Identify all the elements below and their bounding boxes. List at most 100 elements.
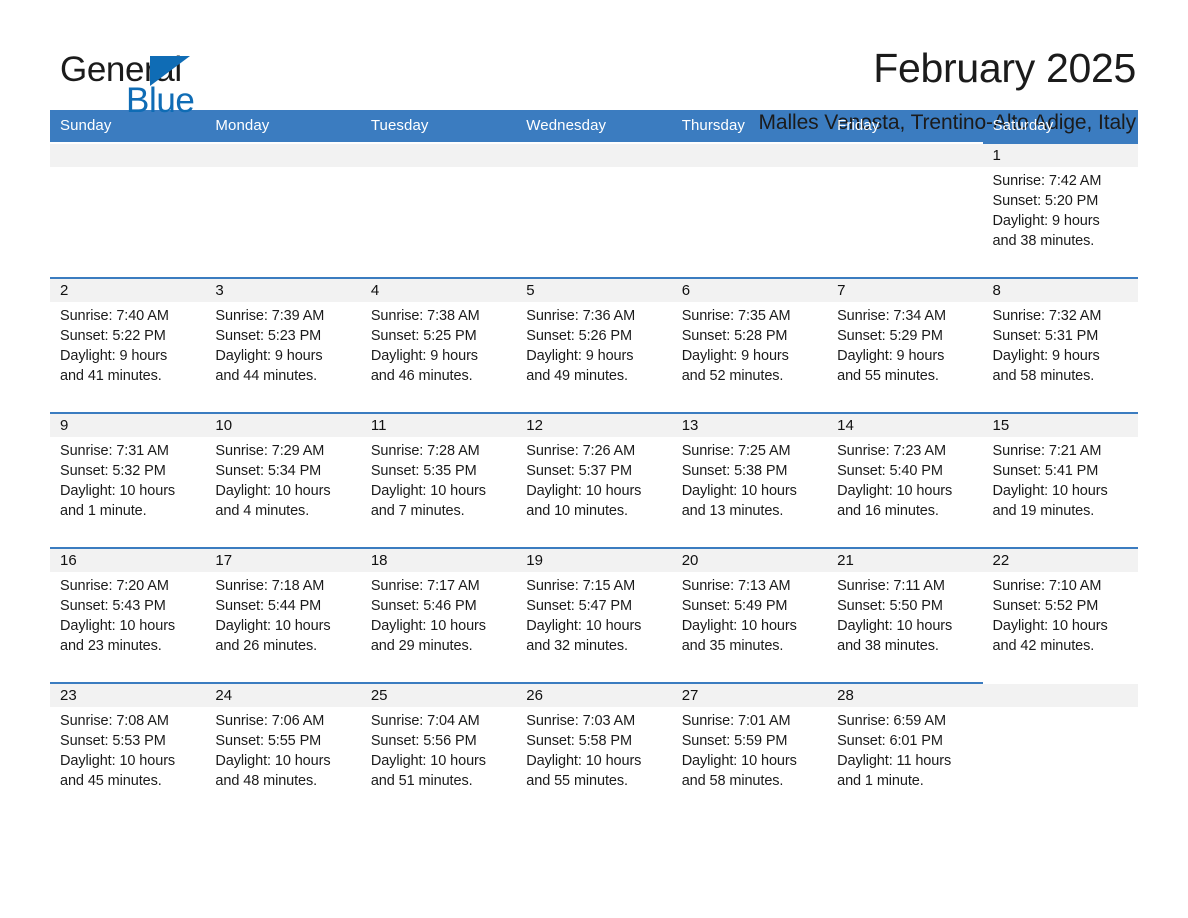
day-number: 3 [205,279,361,302]
calendar-day-cell[interactable]: 20 Sunrise: 7:13 AM Sunset: 5:49 PM Dayligh… [671,547,828,683]
day-details: Sunrise: 7:20 AM Sunset: 5:43 PM Daylight:… [50,572,205,656]
calendar-day-cell[interactable]: 22 Sunrise: 7:10 AM Sunset: 5:52 PM Dayligh… [982,547,1138,683]
day-number: 15 [982,414,1138,437]
sunrise-text: Sunrise: 7:21 AM [992,443,1102,459]
day-details: Sunrise: 7:06 AM Sunset: 5:55 PM Daylight:… [205,707,360,791]
day-details: Sunrise: 7:13 AM Sunset: 5:49 PM Daylight:… [672,572,827,656]
daylight-text-line1: Daylight: 9 hours [60,348,168,364]
calendar-day-cell[interactable]: 17 Sunrise: 7:18 AM Sunset: 5:44 PM Dayligh… [205,547,361,683]
daylight-text-line1: Daylight: 10 hours [370,483,486,499]
day-number: 25 [360,684,517,707]
calendar-day-cell[interactable]: 5 Sunrise: 7:36 AM Sunset: 5:26 PM Daylight… [516,277,672,413]
calendar-day-cell[interactable]: 25 Sunrise: 7:04 AM Sunset: 5:56 PM Dayligh… [360,682,517,818]
calendar-day-cell-empty [50,142,206,278]
sunrise-text: Sunrise: 7:04 AM [370,713,480,729]
daylight-text-line1: Daylight: 10 hours [215,753,331,769]
calendar-day-cell[interactable]: 14 Sunrise: 7:23 AM Sunset: 5:40 PM Dayligh… [827,412,983,548]
daylight-text-line1: Daylight: 10 hours [215,618,331,634]
sunrise-text: Sunrise: 7:25 AM [681,443,791,459]
sunrise-text: Sunrise: 7:10 AM [992,578,1102,594]
calendar-day-cell[interactable]: 1 Sunrise: 7:42 AM Sunset: 5:20 PM Daylight… [982,142,1138,278]
day-details: Sunrise: 7:26 AM Sunset: 5:37 PM Daylight:… [516,437,671,521]
calendar-day-cell[interactable]: 15 Sunrise: 7:21 AM Sunset: 5:41 PM Dayligh… [982,412,1138,548]
sunrise-text: Sunrise: 7:31 AM [60,443,169,459]
calendar-day-cell-empty [671,142,828,278]
day-details: Sunrise: 7:03 AM Sunset: 5:58 PM Daylight:… [516,707,671,791]
daylight-text-line1: Daylight: 10 hours [60,483,176,499]
daylight-text-line2: and 42 minutes. [992,638,1095,654]
sunset-text: Sunset: 5:40 PM [837,463,943,479]
daylight-text-line1: Daylight: 11 hours [837,753,952,769]
calendar-day-cell[interactable]: 23 Sunrise: 7:08 AM Sunset: 5:53 PM Dayligh… [50,682,206,818]
daylight-text-line2: and 35 minutes. [681,638,784,654]
day-details: Sunrise: 7:23 AM Sunset: 5:40 PM Daylight:… [827,437,982,521]
day-details: Sunrise: 7:36 AM Sunset: 5:26 PM Daylight:… [516,302,671,386]
generalblue-logo[interactable]: General Blue [50,44,240,118]
calendar-day-cell[interactable]: 24 Sunrise: 7:06 AM Sunset: 5:55 PM Dayligh… [205,682,361,818]
calendar-day-cell[interactable]: 8 Sunrise: 7:32 AM Sunset: 5:31 PM Daylight… [982,277,1138,413]
calendar-day-cell[interactable]: 26 Sunrise: 7:03 AM Sunset: 5:58 PM Dayligh… [516,682,672,818]
calendar-body: 1 Sunrise: 7:42 AM Sunset: 5:20 PM Daylight… [50,142,1138,818]
day-number [205,144,361,167]
calendar-week-row: 16 Sunrise: 7:20 AM Sunset: 5:43 PM Dayligh… [50,547,1138,683]
calendar-day-cell[interactable]: 9 Sunrise: 7:31 AM Sunset: 5:32 PM Daylight… [50,412,206,548]
sunrise-text: Sunrise: 7:15 AM [526,578,636,594]
daylight-text-line2: and 45 minutes. [60,773,162,789]
sunrise-text: Sunrise: 7:34 AM [837,308,946,324]
sunset-text: Sunset: 5:34 PM [215,463,322,479]
day-number: 8 [982,279,1138,302]
daylight-text-line1: Daylight: 10 hours [837,483,953,499]
calendar-day-cell[interactable]: 13 Sunrise: 7:25 AM Sunset: 5:38 PM Dayligh… [671,412,828,548]
calendar-day-cell[interactable]: 10 Sunrise: 7:29 AM Sunset: 5:34 PM Dayligh… [205,412,361,548]
sunrise-text: Sunrise: 6:59 AM [837,713,946,729]
daylight-text-line2: and 19 minutes. [992,503,1095,519]
calendar-day-cell[interactable]: 21 Sunrise: 7:11 AM Sunset: 5:50 PM Dayligh… [827,547,983,683]
daylight-text-line1: Daylight: 10 hours [526,618,642,634]
day-number: 24 [205,684,361,707]
calendar-day-cell[interactable]: 19 Sunrise: 7:15 AM Sunset: 5:47 PM Dayligh… [516,547,672,683]
calendar-day-cell[interactable]: 4 Sunrise: 7:38 AM Sunset: 5:25 PM Daylight… [360,277,517,413]
day-details: Sunrise: 7:40 AM Sunset: 5:22 PM Daylight:… [50,302,205,386]
daylight-text-line2: and 16 minutes. [837,503,939,519]
calendar-day-cell[interactable]: 27 Sunrise: 7:01 AM Sunset: 5:59 PM Dayligh… [671,682,828,818]
day-number: 12 [516,414,672,437]
calendar-day-cell[interactable]: 28 Sunrise: 6:59 AM Sunset: 6:01 PM Dayligh… [827,682,983,818]
daylight-text-line1: Daylight: 10 hours [681,753,797,769]
daylight-text-line1: Daylight: 10 hours [60,618,176,634]
sunset-text: Sunset: 5:53 PM [60,733,166,749]
day-number: 22 [982,549,1138,572]
day-number [50,144,206,167]
sunrise-text: Sunrise: 7:35 AM [681,308,791,324]
daylight-text-line1: Daylight: 10 hours [681,483,797,499]
sunset-text: Sunset: 5:55 PM [215,733,322,749]
sunset-text: Sunset: 5:56 PM [370,733,477,749]
calendar-day-cell[interactable]: 3 Sunrise: 7:39 AM Sunset: 5:23 PM Daylight… [205,277,361,413]
sunset-text: Sunset: 5:38 PM [681,463,788,479]
calendar-day-cell[interactable]: 11 Sunrise: 7:28 AM Sunset: 5:35 PM Dayligh… [360,412,517,548]
sunset-text: Sunset: 5:49 PM [681,598,788,614]
day-number: 13 [671,414,828,437]
page-title: February 2025 [873,45,1136,91]
sunset-text: Sunset: 5:41 PM [992,463,1099,479]
calendar-day-cell[interactable]: 16 Sunrise: 7:20 AM Sunset: 5:43 PM Dayligh… [50,547,206,683]
sunset-text: Sunset: 6:01 PM [837,733,943,749]
daylight-text-line2: and 52 minutes. [681,368,784,384]
calendar-day-cell[interactable]: 6 Sunrise: 7:35 AM Sunset: 5:28 PM Daylight… [671,277,828,413]
day-details: Sunrise: 7:08 AM Sunset: 5:53 PM Daylight:… [50,707,205,791]
sunset-text: Sunset: 5:46 PM [370,598,477,614]
sunset-text: Sunset: 5:58 PM [526,733,632,749]
day-details: Sunrise: 6:59 AM Sunset: 6:01 PM Daylight:… [827,707,982,791]
title-block: February 2025 Malles Venosta, Trentino-A… [758,44,1138,138]
daylight-text-line2: and 38 minutes. [837,638,939,654]
calendar-day-cell[interactable]: 18 Sunrise: 7:17 AM Sunset: 5:46 PM Dayligh… [360,547,517,683]
day-details: Sunrise: 7:17 AM Sunset: 5:46 PM Daylight:… [361,572,516,656]
sunset-text: Sunset: 5:23 PM [215,328,322,344]
calendar-day-cell[interactable]: 2 Sunrise: 7:40 AM Sunset: 5:22 PM Daylight… [50,277,206,413]
daylight-text-line2: and 10 minutes. [526,503,628,519]
day-number [516,144,672,167]
day-number: 17 [205,549,361,572]
daylight-text-line2: and 1 minute. [837,773,924,789]
calendar-day-cell[interactable]: 7 Sunrise: 7:34 AM Sunset: 5:29 PM Daylight… [827,277,983,413]
calendar-day-cell[interactable]: 12 Sunrise: 7:26 AM Sunset: 5:37 PM Dayligh… [516,412,672,548]
sunset-text: Sunset: 5:26 PM [526,328,632,344]
